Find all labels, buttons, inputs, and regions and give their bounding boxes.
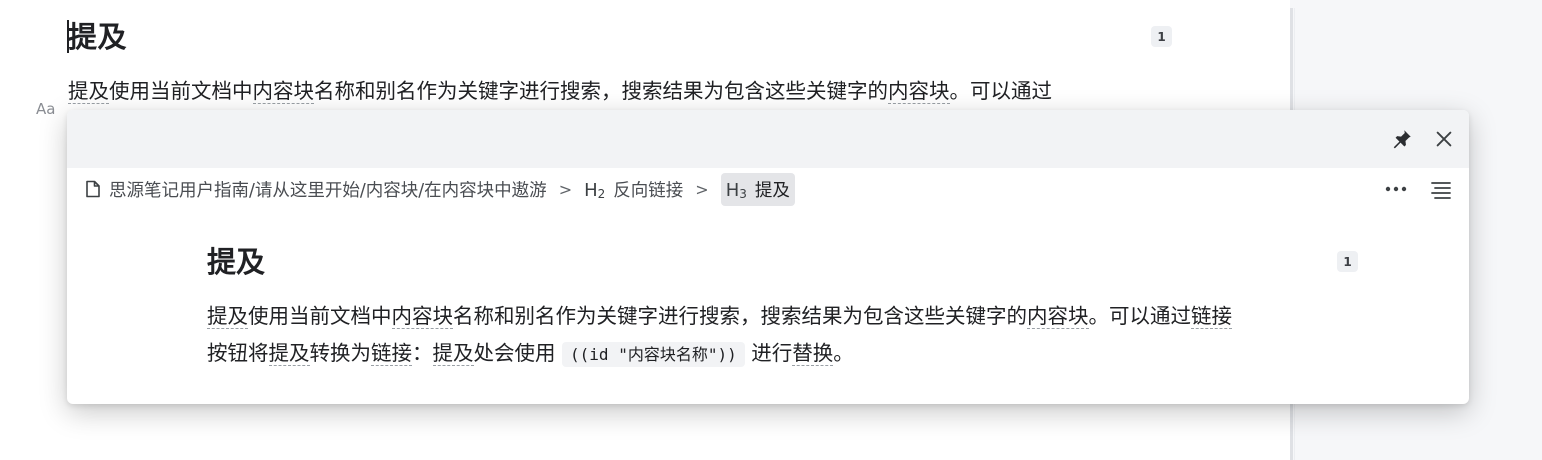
text: 转换为 <box>309 341 372 365</box>
chevron-right-icon: > <box>558 179 573 199</box>
mention-paragraph[interactable]: 提及使用当前文档中内容块名称和别名作为关键字进行搜索，搜索结果为包含这些关键字的… <box>68 76 1052 106</box>
mention-ref[interactable]: 内容块 <box>391 304 453 329</box>
breadcrumb-h2[interactable]: H2 反向链接 <box>584 174 683 205</box>
text: 。可以通过 <box>1088 304 1192 328</box>
text: 。 <box>833 341 854 365</box>
text: 使用当前文档中 <box>248 304 392 328</box>
text: 。可以通过 <box>949 79 1053 103</box>
mention-ref[interactable]: 提及 <box>207 304 248 329</box>
text: 名称和别名作为关键字进行搜索，搜索结果为包含这些关键字的 <box>453 304 1027 328</box>
heading-mention[interactable]: 提及 <box>68 18 127 56</box>
text: 进行 <box>744 341 793 365</box>
inline-code[interactable]: ((id "内容块名称")) <box>562 342 745 367</box>
document-icon <box>86 180 100 198</box>
pin-icon[interactable] <box>1391 128 1413 150</box>
mention-ref[interactable]: 内容块 <box>888 79 950 104</box>
mention-ref[interactable]: 替换 <box>792 341 834 366</box>
mention-ref[interactable]: 链接 <box>371 341 412 366</box>
text: 处会使用 <box>473 341 563 365</box>
heading-2-icon: H2 <box>584 179 606 201</box>
breadcrumb-h3-current[interactable]: H3 提及 <box>720 172 795 206</box>
mention-ref[interactable]: 提及 <box>268 341 310 366</box>
preview-heading[interactable]: 提及 <box>207 244 265 280</box>
text: 使用当前文档中 <box>109 79 253 103</box>
breadcrumb-doc-path[interactable]: 思源笔记用户指南/请从这里开始/内容块/在内容块中遨游 <box>109 174 547 205</box>
block-preview-popover: 思源笔记用户指南/请从这里开始/内容块/在内容块中遨游 > H2 反向链接 > H… <box>67 110 1469 404</box>
outline-icon[interactable] <box>1429 180 1453 200</box>
close-icon[interactable] <box>1433 128 1455 150</box>
breadcrumb: 思源笔记用户指南/请从这里开始/内容块/在内容块中遨游 > H2 反向链接 > H… <box>85 172 795 206</box>
mention-ref[interactable]: 提及 <box>432 341 474 366</box>
preview-ref-count-badge[interactable]: 1 <box>1337 251 1358 272</box>
mention-ref[interactable]: 内容块 <box>252 79 314 104</box>
preview-paragraph[interactable]: 提及使用当前文档中内容块名称和别名作为关键字进行搜索，搜索结果为包含这些关键字的… <box>207 298 1337 373</box>
text: 按钮将 <box>207 341 269 365</box>
heading-3-icon: H3 <box>725 179 747 201</box>
font-format-toggle[interactable]: Aa <box>36 100 55 118</box>
ref-count-badge[interactable]: 1 <box>1151 26 1172 47</box>
chevron-right-icon: > <box>695 179 709 199</box>
preview-paragraph-line-2: 按钮将提及转换为链接：提及处会使用 ((id "内容块名称")) 进行替换。 <box>207 335 1337 373</box>
text: 名称和别名作为关键字进行搜索，搜索结果为包含这些关键字的 <box>314 79 888 103</box>
popover-toolbar[interactable] <box>67 110 1469 168</box>
preview-paragraph-line-1: 提及使用当前文档中内容块名称和别名作为关键字进行搜索，搜索结果为包含这些关键字的… <box>207 298 1337 335</box>
text: ： <box>412 341 433 365</box>
more-icon[interactable] <box>1383 182 1409 196</box>
mention-ref[interactable]: 内容块 <box>1027 304 1089 329</box>
mention-ref[interactable]: 链接 <box>1191 304 1232 329</box>
mention-ref[interactable]: 提及 <box>68 79 109 104</box>
